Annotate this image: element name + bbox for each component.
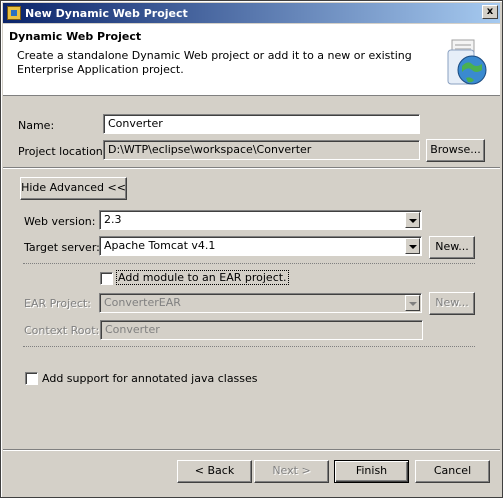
window-title: New Dynamic Web Project	[25, 6, 188, 20]
chevron-down-icon[interactable]	[405, 295, 420, 311]
annotated-classes-label: Add support for annotated java classes	[42, 372, 258, 385]
chevron-down-icon[interactable]	[405, 212, 420, 228]
context-root-label: Context Root:	[24, 324, 100, 337]
project-location-label: Project location:	[18, 145, 107, 158]
footer-separator	[3, 449, 500, 451]
context-root-field[interactable]: Converter	[100, 320, 423, 340]
web-version-label: Web version:	[24, 215, 96, 228]
wizard-header: Dynamic Web Project Create a standalone …	[3, 24, 500, 96]
name-label: Name:	[18, 119, 55, 132]
finish-button[interactable]: Finish	[334, 460, 409, 483]
next-button[interactable]: Next >	[254, 460, 329, 483]
hide-advanced-button[interactable]: Hide Advanced <<	[20, 177, 127, 200]
back-button[interactable]: < Back	[177, 460, 252, 483]
close-button[interactable]: x	[482, 5, 498, 19]
new-ear-button[interactable]: New...	[429, 292, 475, 315]
browse-button[interactable]: Browse...	[426, 139, 485, 162]
add-ear-label[interactable]: Add module to an EAR project.	[116, 270, 289, 285]
eclipse-window-icon	[7, 6, 21, 20]
page-title: Dynamic Web Project	[9, 30, 142, 43]
name-field[interactable]: Converter	[103, 114, 420, 134]
web-version-select[interactable]: 2.3	[99, 210, 422, 230]
group-divider	[23, 263, 475, 264]
annotated-classes-checkbox[interactable]	[25, 372, 38, 385]
title-bar[interactable]: New Dynamic Web Project x	[3, 3, 500, 23]
cancel-button[interactable]: Cancel	[415, 460, 490, 483]
ear-project-select[interactable]: ConverterEAR	[99, 293, 422, 313]
web-version-value: 2.3	[104, 213, 122, 226]
target-server-value: Apache Tomcat v4.1	[104, 239, 216, 252]
add-ear-label-wrapper: Add module to an EAR project.	[116, 270, 289, 285]
group-divider-bottom	[23, 346, 475, 347]
target-server-label: Target server:	[24, 241, 100, 254]
add-ear-checkbox[interactable]	[100, 272, 113, 285]
new-server-button[interactable]: New...	[429, 236, 475, 259]
dialog-window: New Dynamic Web Project x Dynamic Web Pr…	[0, 0, 503, 498]
chevron-down-icon[interactable]	[405, 238, 420, 254]
page-description: Create a standalone Dynamic Web project …	[17, 49, 412, 76]
target-server-select[interactable]: Apache Tomcat v4.1	[99, 236, 422, 256]
separator	[3, 167, 500, 169]
web-project-globe-icon	[447, 39, 487, 85]
ear-project-value: ConverterEAR	[104, 296, 181, 309]
project-location-field[interactable]: D:\WTP\eclipse\workspace\Converter	[103, 140, 420, 160]
ear-project-label: EAR Project:	[24, 297, 91, 310]
